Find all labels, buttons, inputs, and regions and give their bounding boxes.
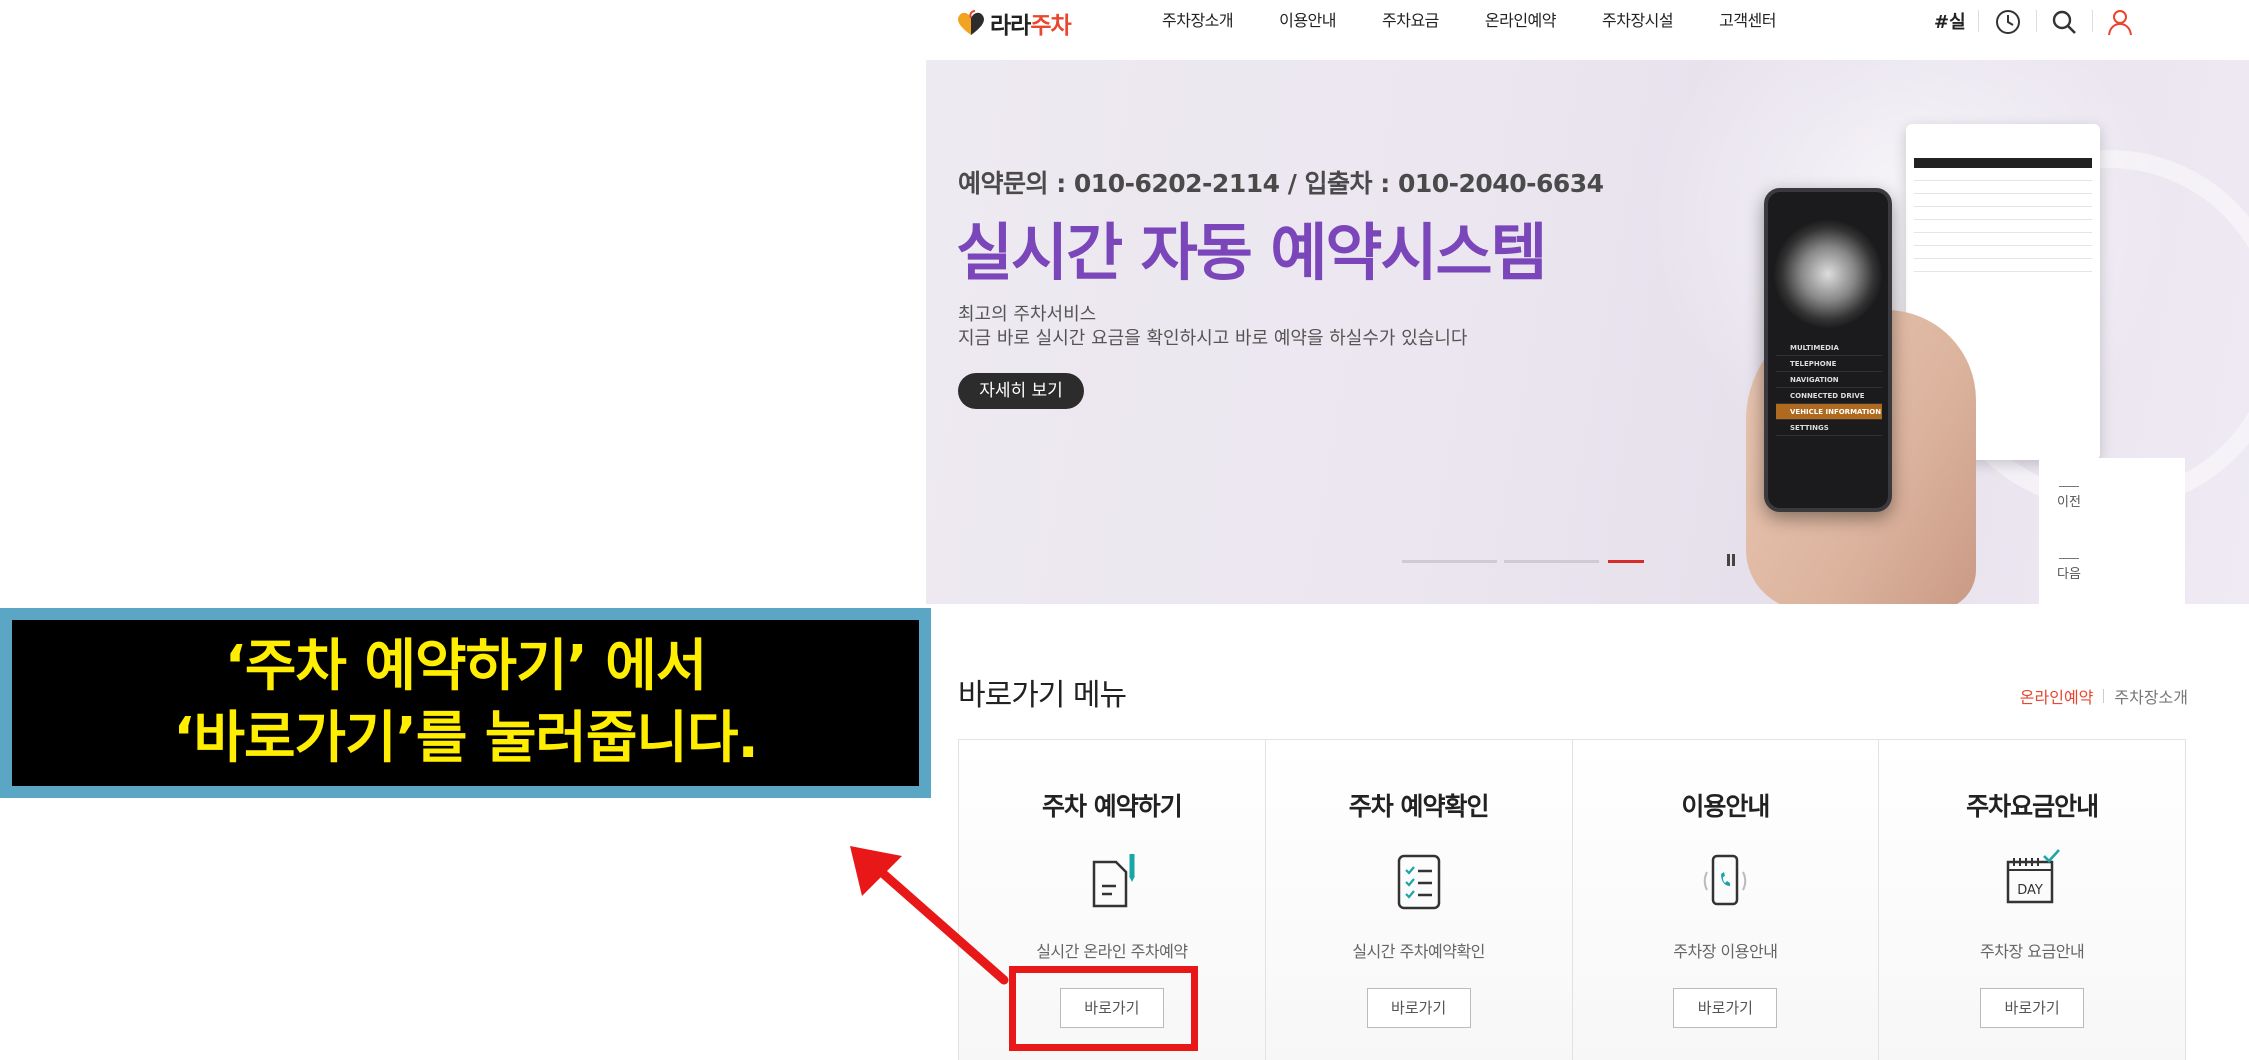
header-divider xyxy=(1978,10,1979,32)
car-disc-image xyxy=(1774,220,1882,328)
quick-menu-title: 바로가기 메뉴 xyxy=(958,678,1127,713)
card-title: 이용안내 xyxy=(1681,792,1770,821)
user-icon[interactable] xyxy=(2104,6,2136,38)
card-title: 주차 예약하기 xyxy=(1042,792,1183,821)
prev-slide-button[interactable]: 이전 xyxy=(2039,472,2099,522)
phone-call-icon xyxy=(1704,854,1747,906)
go-button-fee[interactable]: 바로가기 xyxy=(1980,988,2085,1028)
main-nav: 주차장소개 이용안내 주차요금 온라인예약 주차장시설 고객센터 xyxy=(1162,6,1822,36)
slide-indicator-active[interactable] xyxy=(1608,560,1644,563)
hero-description: 최고의 주차서비스 xyxy=(958,304,1097,325)
svg-text:DAY: DAY xyxy=(2017,883,2043,898)
card-description: 주차장 요금안내 xyxy=(1980,942,2085,961)
phone-menu-item: SETTINGS xyxy=(1776,420,1882,436)
quick-link-parking-intro[interactable]: 주차장소개 xyxy=(2114,684,2188,708)
hero-contact: 예약문의 : 010-6202-2114 / 입출차 : 010-2040-66… xyxy=(958,169,1604,198)
slide-indicator[interactable] xyxy=(1402,560,1497,563)
heart-logo-icon xyxy=(958,10,984,35)
card-usage-guide: 이용안내 주차장 이용안내 바로가기 xyxy=(1572,740,1880,1060)
hashtag-link[interactable]: #실 xyxy=(1934,8,1966,34)
search-icon[interactable] xyxy=(2048,6,2080,38)
nav-parking-fee[interactable]: 주차요금 xyxy=(1382,6,1439,36)
quick-menu-links: 온라인예약 주차장소개 xyxy=(2020,684,2188,708)
clock-icon[interactable] xyxy=(1992,6,2024,38)
calendar-day-icon: DAY xyxy=(2006,849,2061,904)
card-fee-guide: 주차요금안내 DAY 주차장 요금안내 바로가기 xyxy=(1879,740,2185,1060)
card-title: 주차요금안내 xyxy=(1966,792,2099,821)
pen-document-icon xyxy=(1092,854,1135,908)
logo-text-accent: 주차 xyxy=(1030,13,1071,39)
highlight-box xyxy=(1009,966,1198,1051)
nav-usage-guide[interactable]: 이용안내 xyxy=(1279,6,1336,36)
phone-menu: MULTIMEDIA TELEPHONE NAVIGATION CONNECTE… xyxy=(1776,340,1882,436)
instruction-callout: ‘주차 예약하기’ 에서 ‘바로가기’를 눌러줍니다. xyxy=(0,608,931,798)
slide-indicator[interactable] xyxy=(1504,560,1599,563)
phone-menu-item: VEHICLE INFORMATION xyxy=(1776,404,1882,420)
next-slide-button[interactable]: 다음 xyxy=(2039,544,2099,594)
phone-illustration: MULTIMEDIA TELEPHONE NAVIGATION CONNECTE… xyxy=(1764,188,1892,512)
header-divider xyxy=(2036,10,2037,32)
checklist-icon xyxy=(1397,854,1440,910)
nav-parking-intro[interactable]: 주차장소개 xyxy=(1162,6,1234,36)
phone-menu-item: TELEPHONE xyxy=(1776,356,1882,372)
slider-arrow-panel: 이전 다음 xyxy=(2039,458,2185,604)
phone-menu-item: CONNECTED DRIVE xyxy=(1776,388,1882,404)
instruction-line-1: ‘주차 예약하기’ 에서 xyxy=(224,634,708,699)
instruction-line-2: ‘바로가기’를 눌러줍니다. xyxy=(173,706,759,771)
logo-text-main: 라라 xyxy=(990,13,1031,39)
red-arrow-icon xyxy=(850,846,1009,985)
slider-pause-button[interactable] xyxy=(1724,550,1738,570)
nav-customer-center[interactable]: 고객센터 xyxy=(1719,6,1776,36)
hero-banner: 예약문의 : 010-6202-2114 / 입출차 : 010-2040-66… xyxy=(926,60,2249,604)
card-reservation-check: 주차 예약확인 실시간 주차예약확인 바로가기 xyxy=(1265,740,1573,1060)
card-description: 실시간 주차예약확인 xyxy=(1352,942,1485,961)
next-label: 다음 xyxy=(2057,567,2081,582)
hero-description: 지금 바로 실시간 요금을 확인하시고 바로 예약을 하실수가 있습니다 xyxy=(958,328,1468,349)
card-description: 주차장 이용안내 xyxy=(1673,942,1778,961)
link-divider xyxy=(2103,689,2105,703)
quick-link-online-reservation[interactable]: 온라인예약 xyxy=(2020,684,2094,708)
arrow-left-icon xyxy=(2059,486,2079,487)
site-header: 라라주차 주차장소개 이용안내 주차요금 온라인예약 주차장시설 고객센터 #실 xyxy=(926,0,2249,60)
go-button-guide[interactable]: 바로가기 xyxy=(1673,988,1778,1028)
hero-detail-button[interactable]: 자세히 보기 xyxy=(958,373,1084,409)
hero-title: 실시간 자동 예약시스템 xyxy=(956,216,1548,289)
header-divider xyxy=(2092,10,2093,32)
site-logo[interactable]: 라라주차 xyxy=(956,6,1072,40)
prev-label: 이전 xyxy=(2057,495,2081,510)
go-button-check[interactable]: 바로가기 xyxy=(1366,988,1471,1028)
nav-online-reservation[interactable]: 온라인예약 xyxy=(1485,6,1557,36)
card-title: 주차 예약확인 xyxy=(1348,792,1490,821)
phone-menu-item: MULTIMEDIA xyxy=(1776,340,1882,356)
phone-menu-item: NAVIGATION xyxy=(1776,372,1882,388)
nav-parking-facility[interactable]: 주차장시설 xyxy=(1602,6,1674,36)
arrow-right-icon xyxy=(2059,558,2079,559)
